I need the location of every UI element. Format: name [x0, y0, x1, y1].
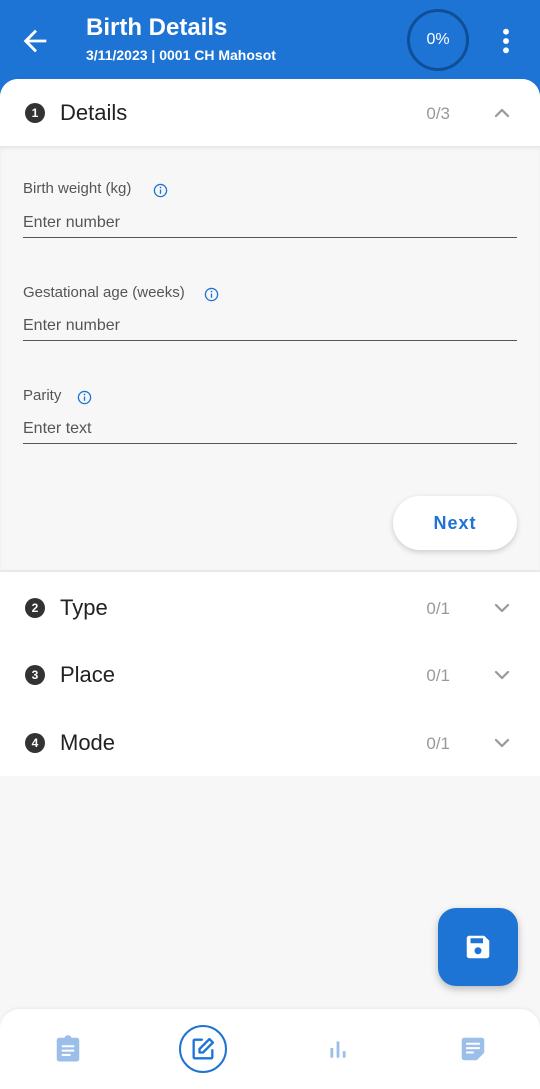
section-title: Mode: [60, 730, 116, 755]
notes-icon: [461, 1037, 484, 1061]
page-subtitle: 3/11/2023 | 0001 CH Mahosot: [86, 47, 276, 63]
info-icon[interactable]: [153, 183, 168, 198]
form-sheet: 1 Details 0/3 Birth weight (kg) Gestatio…: [0, 79, 540, 776]
section-title: Type: [60, 595, 108, 620]
chevron-down-icon[interactable]: [490, 731, 514, 755]
section-header-place[interactable]: 3 Place 0/1: [0, 641, 540, 708]
section-header-type[interactable]: 2 Type 0/1: [0, 574, 540, 641]
section-title: Details: [60, 100, 128, 125]
bar-chart-icon: [329, 1041, 346, 1058]
bottom-navigation: [0, 1009, 540, 1089]
birth-weight-input[interactable]: [23, 208, 517, 238]
nav-item-form[interactable]: [135, 1009, 270, 1089]
section-count: 0/1: [426, 599, 450, 618]
active-indicator: [178, 1025, 227, 1073]
save-icon: [466, 935, 490, 959]
section-header-details[interactable]: 1 Details 0/3: [0, 79, 540, 146]
field-label-parity: Parity: [23, 387, 62, 404]
field-label-gestational-age: Gestational age (weeks): [23, 284, 185, 301]
section-header-mode[interactable]: 4 Mode 0/1: [0, 709, 540, 776]
chevron-up-icon[interactable]: [490, 101, 514, 125]
step-number: 4: [25, 733, 45, 753]
step-number: 3: [25, 665, 45, 685]
section-count: 0/3: [426, 104, 450, 123]
arrow-left-icon[interactable]: [18, 24, 52, 58]
section-count: 0/1: [426, 666, 450, 685]
section-title: Place: [60, 662, 116, 687]
parity-input[interactable]: [23, 414, 517, 444]
edit-icon: [192, 1037, 214, 1060]
chevron-down-icon[interactable]: [490, 596, 514, 620]
save-button[interactable]: [438, 908, 518, 986]
progress-value: 0%: [426, 31, 450, 48]
nav-item-notes[interactable]: [405, 1009, 540, 1089]
chevron-down-icon[interactable]: [490, 663, 514, 687]
info-icon[interactable]: [204, 287, 219, 302]
step-number: 1: [25, 103, 45, 123]
progress-indicator: 0%: [407, 9, 469, 71]
section-count: 0/1: [426, 734, 450, 753]
more-vert-icon[interactable]: [490, 24, 522, 58]
nav-item-analytics[interactable]: [270, 1009, 405, 1089]
gestational-age-input[interactable]: [23, 311, 517, 341]
step-number: 2: [25, 598, 45, 618]
next-button[interactable]: Next: [393, 496, 517, 550]
nav-item-summary[interactable]: [0, 1009, 135, 1089]
page-title: Birth Details: [86, 14, 228, 41]
clipboard-icon: [56, 1035, 79, 1062]
field-label-birth-weight: Birth weight (kg): [23, 180, 132, 197]
info-icon[interactable]: [77, 390, 92, 405]
